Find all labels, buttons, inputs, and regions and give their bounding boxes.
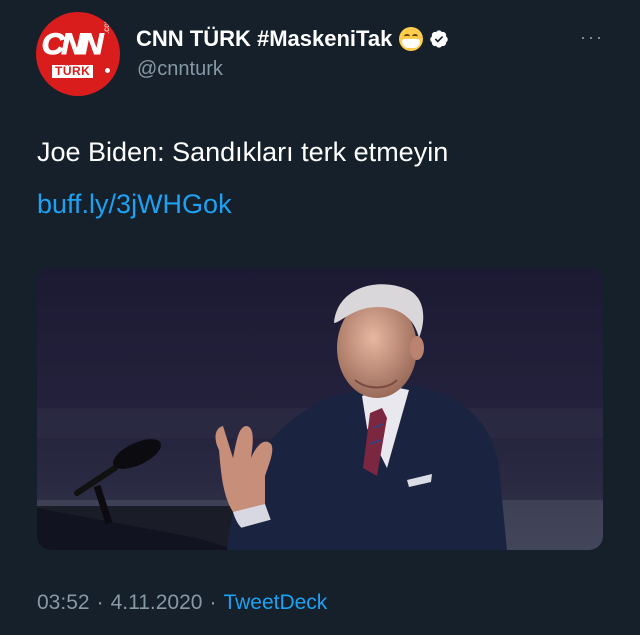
meta-separator: · [96,591,104,614]
meta-separator: · [209,591,217,614]
account-name-row[interactable]: CNN TÜRK #MaskeniTak [136,24,449,54]
tweet-card: CNN .com TÜRK CNN TÜRK #MaskeniTak @cnnt… [0,0,640,635]
avatar-logo-sub: TÜRK [52,65,94,78]
tweet-source-link[interactable]: TweetDeck [223,591,327,615]
display-name[interactable]: CNN TÜRK #MaskeniTak [136,26,392,52]
account-handle[interactable]: @cnnturk [137,58,223,81]
photo-image [37,268,603,550]
avatar[interactable]: CNN .com TÜRK [36,12,120,96]
avatar-logo-suffix: .com [102,16,111,34]
more-options-icon[interactable]: ··· [580,28,604,46]
tweet-text: Joe Biden: Sandıkları terk etmeyin [37,137,449,167]
avatar-logo-text: CNN [41,28,104,62]
tweet-photo[interactable] [37,268,603,550]
tweet-link[interactable]: buff.ly/3jWHGok [37,189,232,220]
tweet-date[interactable]: 4.11.2020 [111,591,203,615]
avatar-logo-dot [103,66,112,75]
face-with-medical-mask-icon [399,27,424,51]
tweet-meta: 03:52 · 4.11.2020 · TweetDeck [37,591,327,615]
verified-badge-icon [430,30,449,48]
tweet-time[interactable]: 03:52 [37,591,90,615]
